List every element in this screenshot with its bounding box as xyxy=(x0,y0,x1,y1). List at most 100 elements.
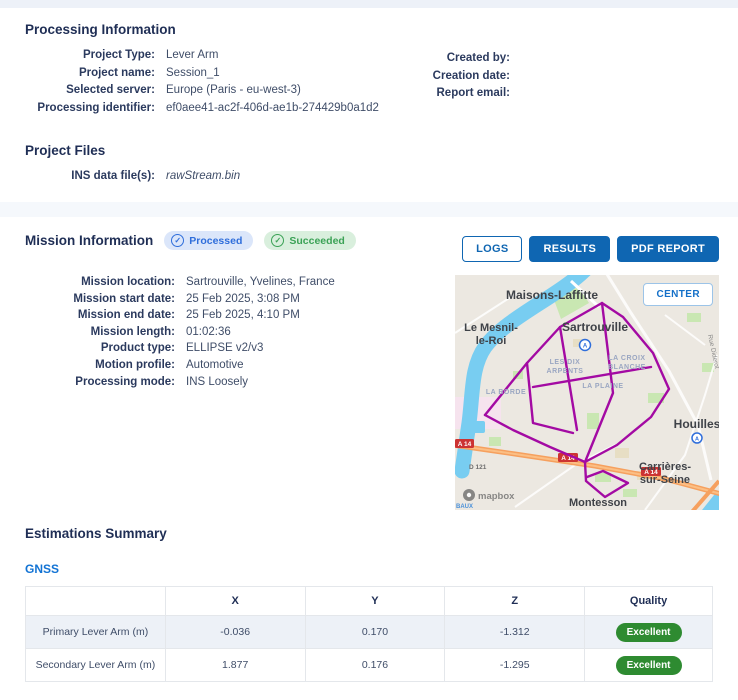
field-row: Project Type: Lever Arm xyxy=(25,49,379,61)
cell-y: 0.176 xyxy=(305,649,445,682)
rer-letter: A xyxy=(583,344,588,350)
field-label: Created by: xyxy=(380,52,510,64)
quality-badge: Excellent xyxy=(616,623,682,642)
cell-z: -1.295 xyxy=(445,649,585,682)
field-value: 25 Feb 2025, 4:10 PM xyxy=(186,309,300,321)
field-value: ELLIPSE v2/v3 xyxy=(186,342,263,354)
map-canvas: A 14 A 14 A 14 D 121 Maisons-Laffitte Le… xyxy=(455,275,719,510)
ins-data-file-row: INS data file(s): rawStream.bin xyxy=(25,170,240,182)
field-label: Creation date: xyxy=(380,70,510,82)
check-circle-icon: ✓ xyxy=(171,234,184,247)
processing-meta-fields: Created by: Creation date: Report email: xyxy=(380,52,521,105)
top-accent-bar xyxy=(0,0,738,8)
ins-file-name: rawStream.bin xyxy=(166,170,240,182)
field-row: Mission length: 01:02:36 xyxy=(25,326,335,338)
field-row: Creation date: xyxy=(380,70,521,82)
cell-quality: Excellent xyxy=(585,616,713,649)
processing-info-title: Processing Information xyxy=(25,22,176,37)
badge-label: Processed xyxy=(189,235,242,247)
field-row: Report email: xyxy=(380,87,521,99)
field-label: Project Type: xyxy=(25,49,155,61)
cell-x: -0.036 xyxy=(165,616,305,649)
field-label: Selected server: xyxy=(25,84,155,96)
road-label-d121: D 121 xyxy=(469,464,487,471)
mission-info-title: Mission Information xyxy=(25,233,153,248)
field-value: Europe (Paris - eu-west-3) xyxy=(166,84,301,96)
mission-map[interactable]: A 14 A 14 A 14 D 121 Maisons-Laffitte Le… xyxy=(455,275,719,510)
field-value: Sartrouville, Yvelines, France xyxy=(186,276,335,288)
table-header-quality: Quality xyxy=(585,587,713,616)
field-row: Processing identifier: ef0aee41-ac2f-406… xyxy=(25,102,379,114)
processing-info-fields: Project Type: Lever Arm Project name: Se… xyxy=(25,49,379,119)
table-header-x: X xyxy=(165,587,305,616)
map-pond xyxy=(469,421,485,433)
table-header-row: X Y Z Quality xyxy=(26,587,713,616)
project-files-title: Project Files xyxy=(25,143,105,158)
map-label-les-dix: LES DIX xyxy=(550,359,581,366)
status-badge-processed: ✓ Processed xyxy=(164,231,253,250)
field-label: INS data file(s): xyxy=(25,170,155,182)
cell-z: -1.312 xyxy=(445,616,585,649)
field-row: Processing mode: INS Loosely xyxy=(25,376,335,388)
row-name: Primary Lever Arm (m) xyxy=(26,616,166,649)
field-value: Lever Arm xyxy=(166,49,218,61)
cell-quality: Excellent xyxy=(585,649,713,682)
map-label-la-croix: LA CROIX xyxy=(608,355,645,362)
field-row: Product type: ELLIPSE v2/v3 xyxy=(25,342,335,354)
field-label: Report email: xyxy=(380,87,510,99)
field-label: Mission location: xyxy=(25,276,175,288)
table-header-z: Z xyxy=(445,587,585,616)
logs-button[interactable]: LOGS xyxy=(462,236,522,262)
field-value: INS Loosely xyxy=(186,376,248,388)
map-label-maisons-laffitte: Maisons-Laffitte xyxy=(506,288,598,302)
map-label-la-borde: LA BORDE xyxy=(486,389,526,396)
results-button[interactable]: RESULTS xyxy=(529,236,610,262)
badge-label: Succeeded xyxy=(289,235,344,247)
field-value: ef0aee41-ac2f-406d-ae1b-274429b0a1d2 xyxy=(166,102,379,114)
mapbox-wordmark: mapbox xyxy=(478,491,515,502)
field-label: Motion profile: xyxy=(25,359,175,371)
map-label-houilles: Houilles xyxy=(674,417,719,431)
section-divider xyxy=(0,202,738,217)
field-label: Processing mode: xyxy=(25,376,175,388)
map-center-button[interactable]: CENTER xyxy=(643,283,713,306)
cell-x: 1.877 xyxy=(165,649,305,682)
gnss-estimations-table: X Y Z Quality Primary Lever Arm (m) -0.0… xyxy=(25,586,713,682)
field-value: 25 Feb 2025, 3:08 PM xyxy=(186,293,300,305)
mission-info-fields: Mission location: Sartrouville, Yvelines… xyxy=(25,276,335,392)
map-label-le-roi: le-Roi xyxy=(476,335,507,347)
field-label: Mission length: xyxy=(25,326,175,338)
field-row: Mission end date: 25 Feb 2025, 4:10 PM xyxy=(25,309,335,321)
mapbox-logo: mapbox xyxy=(463,489,515,502)
field-value: Session_1 xyxy=(166,67,220,79)
map-label-baux: BAUX xyxy=(456,504,473,510)
field-value: Automotive xyxy=(186,359,244,371)
field-label: Project name: xyxy=(25,67,155,79)
field-row: Mission start date: 25 Feb 2025, 3:08 PM xyxy=(25,293,335,305)
map-label-la-plaine: LA PLAINE xyxy=(582,383,623,390)
gnss-section-title: GNSS xyxy=(25,562,59,576)
table-header-y: Y xyxy=(305,587,445,616)
field-label: Mission end date: xyxy=(25,309,175,321)
map-label-carrieres: Carrières- xyxy=(639,461,691,473)
field-label: Processing identifier: xyxy=(25,102,155,114)
table-row: Secondary Lever Arm (m) 1.877 0.176 -1.2… xyxy=(26,649,713,682)
table-header-empty xyxy=(26,587,166,616)
rer-letter: A xyxy=(695,437,699,443)
field-row: Motion profile: Automotive xyxy=(25,359,335,371)
map-label-sur-seine: sur-Seine xyxy=(640,474,690,486)
cell-y: 0.170 xyxy=(305,616,445,649)
road-shield-label: A 14 xyxy=(458,441,472,448)
field-label: Product type: xyxy=(25,342,175,354)
estimations-summary-title: Estimations Summary xyxy=(25,526,167,541)
status-badge-succeeded: ✓ Succeeded xyxy=(264,231,355,250)
mission-action-buttons: LOGS RESULTS PDF REPORT xyxy=(462,236,719,262)
field-row: Selected server: Europe (Paris - eu-west… xyxy=(25,84,379,96)
pdf-report-button[interactable]: PDF REPORT xyxy=(617,236,719,262)
map-label-sartrouville: Sartrouville xyxy=(562,320,628,334)
map-label-le-mesnil: Le Mesnil- xyxy=(464,322,518,334)
field-row: Created by: xyxy=(380,52,521,64)
row-name: Secondary Lever Arm (m) xyxy=(26,649,166,682)
quality-badge: Excellent xyxy=(616,656,682,675)
mission-info-header: Mission Information ✓ Processed ✓ Succee… xyxy=(25,231,356,250)
